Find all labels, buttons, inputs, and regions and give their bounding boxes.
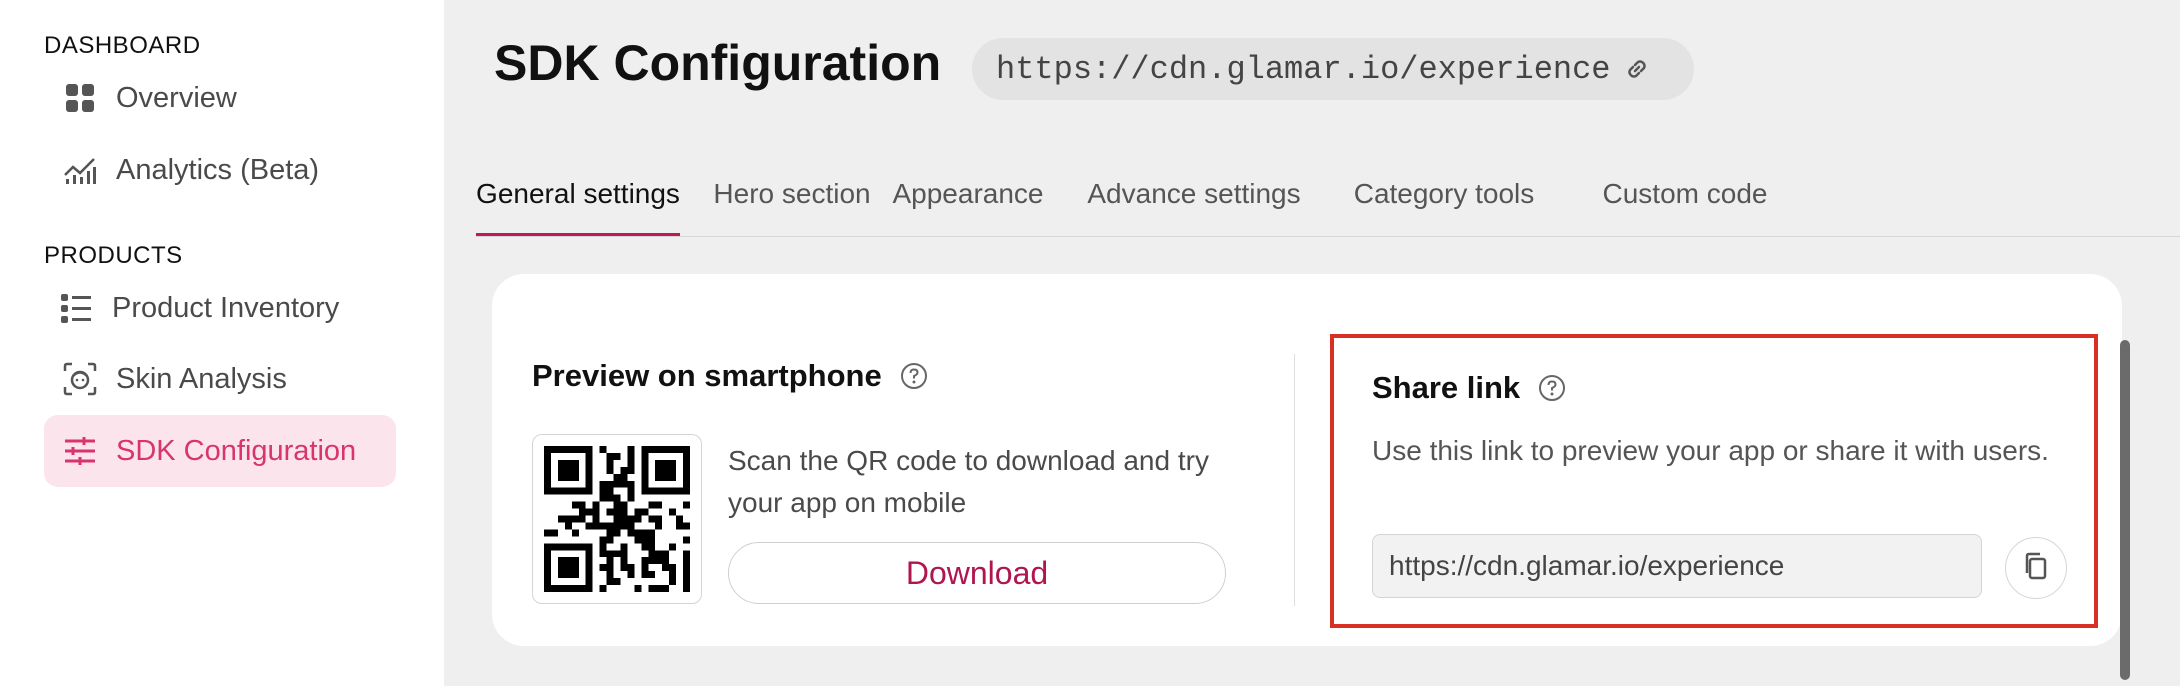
share-link-description: Use this link to preview your app or sha…: [1372, 435, 2049, 466]
tab-appearance[interactable]: Appearance: [880, 150, 1056, 237]
sidebar-item-label: Overview: [116, 81, 237, 114]
card-divider: [1294, 354, 1295, 606]
tab-hero-section[interactable]: Hero section: [696, 150, 888, 237]
sidebar: DASHBOARD Overview Analytics (Beta) PROD…: [0, 0, 444, 686]
page-title: SDK Configuration: [494, 35, 942, 91]
face-scan-icon: [62, 361, 98, 397]
tab-advance-settings[interactable]: Advance settings: [1064, 150, 1324, 237]
scrollbar[interactable]: [2120, 340, 2130, 680]
copy-icon: [2021, 551, 2051, 586]
header-url: https://cdn.glamar.io/experience: [996, 50, 1611, 88]
sidebar-item-analytics[interactable]: Analytics (Beta): [44, 134, 396, 206]
grid-icon: [62, 80, 98, 116]
share-link-input[interactable]: [1372, 534, 1982, 598]
copy-button[interactable]: [2005, 537, 2067, 599]
sidebar-item-skin-analysis[interactable]: Skin Analysis: [44, 343, 396, 415]
sidebar-item-label: Analytics (Beta): [116, 153, 320, 186]
share-link-title: Share link: [1372, 370, 1521, 405]
products-section-heading: PRODUCTS: [44, 242, 183, 269]
list-icon: [58, 290, 94, 326]
share-link-heading: Share link: [1372, 370, 1566, 406]
sidebar-item-product-inventory[interactable]: Product Inventory: [44, 272, 396, 344]
preview-section: Preview on smartphone: [532, 358, 928, 394]
sidebar-item-sdk-configuration[interactable]: SDK Configuration: [44, 415, 396, 487]
sidebar-item-overview[interactable]: Overview: [44, 62, 396, 134]
sidebar-item-label: Skin Analysis: [116, 362, 287, 395]
tabs-divider: [476, 236, 2180, 237]
analytics-chart-icon: [62, 152, 98, 188]
preview-title: Preview on smartphone: [532, 358, 882, 393]
download-button[interactable]: Download: [728, 542, 1226, 604]
tab-custom-code[interactable]: Custom code: [1582, 150, 1788, 237]
share-link-panel: Share link Use this link to preview your…: [1330, 334, 2098, 628]
header-url-pill[interactable]: https://cdn.glamar.io/experience: [972, 38, 1694, 100]
settings-tabs: General settings Hero section Appearance…: [476, 150, 2180, 237]
sidebar-item-label: Product Inventory: [112, 291, 340, 324]
help-icon[interactable]: [1538, 374, 1566, 402]
preview-description: Scan the QR code to download and try you…: [728, 445, 1209, 518]
tab-general-settings[interactable]: General settings: [476, 150, 680, 237]
link-icon[interactable]: [1622, 54, 1652, 84]
dashboard-section-heading: DASHBOARD: [44, 32, 201, 59]
sidebar-item-label: SDK Configuration: [116, 434, 357, 467]
sliders-icon: [62, 433, 98, 469]
help-icon[interactable]: [900, 362, 928, 390]
tab-category-tools[interactable]: Category tools: [1334, 150, 1554, 237]
qr-code: [532, 434, 702, 604]
